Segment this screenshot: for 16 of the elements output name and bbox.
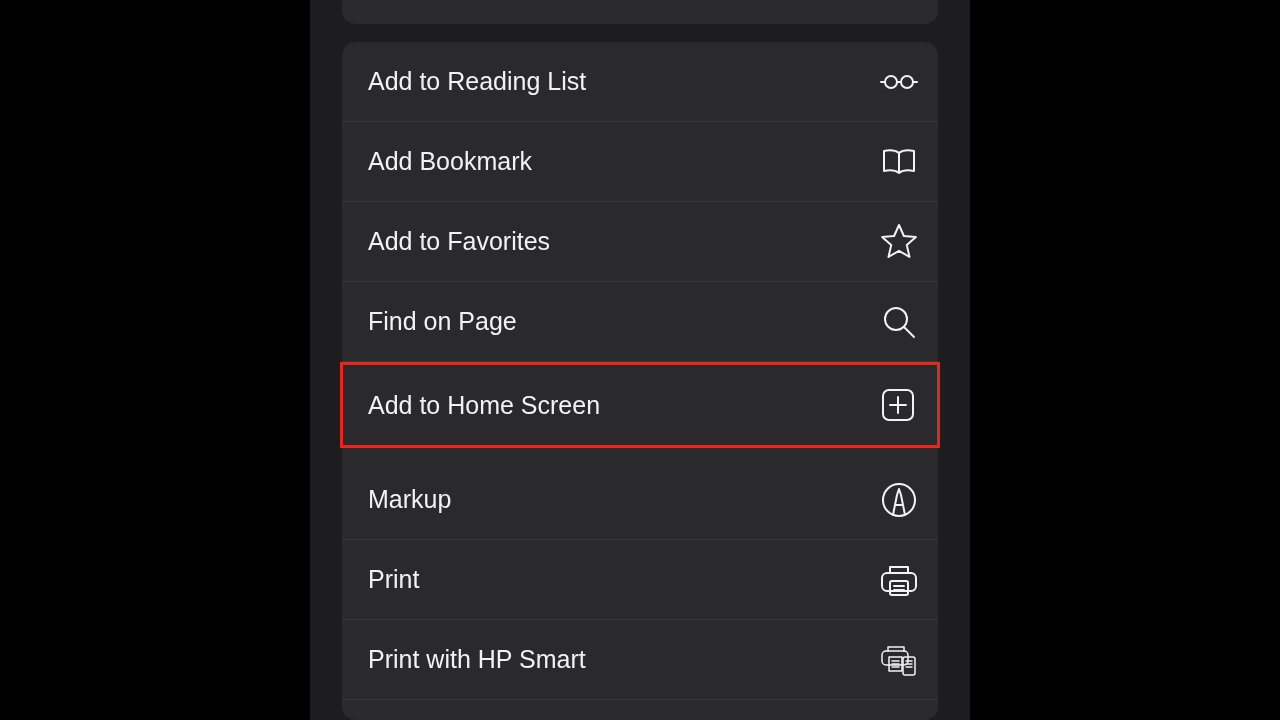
action-label: Add Bookmark — [368, 147, 532, 176]
action-row[interactable]: Find on Page — [342, 282, 938, 362]
action-row[interactable]: Print with HP Smart — [342, 620, 938, 700]
action-row[interactable]: Add to Home Screen — [340, 362, 940, 448]
action-row[interactable]: Markup — [342, 460, 938, 540]
action-label: Add to Favorites — [368, 227, 551, 256]
action-label: Print with HP Smart — [368, 645, 586, 674]
action-label: Print — [368, 565, 420, 594]
action-row[interactable]: Add Bookmark — [342, 122, 938, 202]
action-row[interactable]: Add to Favorites — [342, 202, 938, 282]
action-row[interactable]: Add to Reading List — [342, 42, 938, 122]
action-label: Markup — [368, 485, 452, 514]
action-label: Find on Page — [368, 307, 517, 336]
action-label: Add to Reading List — [368, 67, 587, 96]
action-row[interactable]: Print — [342, 540, 938, 620]
action-label: Add to Home Screen — [368, 390, 601, 420]
